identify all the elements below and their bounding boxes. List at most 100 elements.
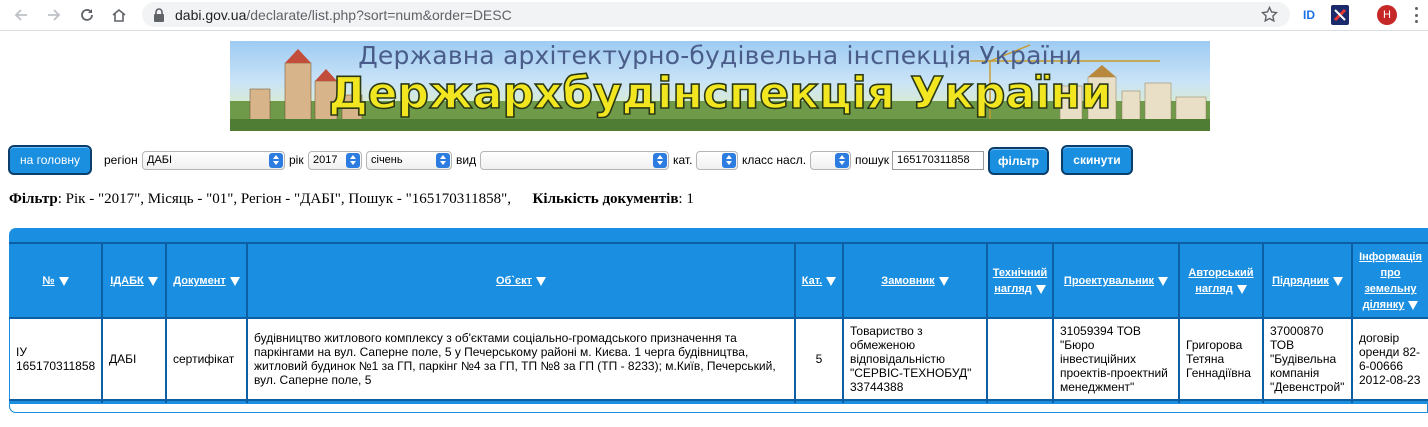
header-label[interactable]: нагляд [1188,281,1253,297]
search-input[interactable]: 165170311858 [892,151,984,170]
header-col-idabk[interactable]: ІДАБК [103,245,165,317]
search-input-value: 165170311858 [897,154,970,166]
header-label[interactable]: ділянку [1359,297,1422,313]
header-label-group: № [42,273,69,289]
reload-button[interactable] [76,4,98,26]
header-col-contractor[interactable]: Підрядник [1264,245,1351,317]
header-label[interactable]: Проектувальник [1064,273,1169,289]
category-label: кат. [673,153,693,167]
header-col-document[interactable]: Документ [167,245,246,317]
flag-icon [1333,8,1347,22]
cell-author-supervision: Григорова Тетяна Геннадіївна [1180,319,1262,399]
reload-icon [81,9,93,21]
chevron-updown-icon [722,153,736,168]
banner-title: Держархбудінспекція України [328,67,1113,120]
category-select[interactable] [696,151,738,170]
profile-initial: H [1383,9,1391,21]
sort-desc-icon[interactable] [535,276,546,286]
cell-customer: Товариство з обмеженою відповідальністю … [844,319,986,399]
type-select[interactable] [480,151,669,170]
header-col-object[interactable]: Об`єкт [248,245,794,317]
header-col-designer[interactable]: Проектувальник [1054,245,1178,317]
header-label[interactable]: № [42,273,69,289]
cell-text: 31059394 ТОВ "Бюро інвестиційних проекті… [1060,324,1168,394]
header-label-group: Об`єкт [496,273,546,289]
home-page-button-label: на головну [20,153,80,167]
header-label-group: Документ [173,273,240,289]
month-select-value: січень [371,154,403,166]
region-select[interactable]: ДАБІ [142,151,285,170]
year-select[interactable]: 2017 [308,151,362,170]
header-label-group: Замовник [881,273,949,289]
sort-desc-icon[interactable] [1408,300,1419,310]
header-label[interactable]: земельну [1359,281,1422,297]
extension-flag-icon[interactable] [1331,5,1349,25]
home-page-button[interactable]: на головну [8,145,92,175]
extension-id-icon[interactable]: ID [1300,5,1318,25]
header-label-group: Кат. [802,273,837,289]
url-text: dabi.gov.ua/declarate/list.php?sort=num&… [175,7,512,23]
sort-desc-icon[interactable] [1236,284,1247,294]
chevron-updown-icon [835,153,849,168]
sort-desc-icon[interactable] [1035,284,1046,294]
header-label[interactable]: про [1359,265,1422,281]
browser-menu-icon[interactable] [1414,7,1418,23]
sort-desc-icon[interactable] [826,276,837,286]
cell-text: 37000870 ТОВ "Будівельна компанія "Девен… [1270,324,1345,394]
table-border [9,399,1428,401]
filter-summary-text: : Рік - "2017", Місяць - "01", Регіон - … [57,191,512,207]
header-label[interactable]: Об`єкт [496,273,546,289]
url-path: /declarate/list.php?sort=num&order=DESC [246,7,512,23]
reset-button-label: скинути [1073,153,1121,167]
extension-id-label: ID [1303,8,1315,22]
header-col-category[interactable]: Кат. [796,245,842,317]
header-label[interactable]: Технічний [993,265,1048,281]
header-col-number[interactable]: № [10,245,101,317]
header-label[interactable]: Замовник [881,273,949,289]
document-count-label: Кількість документів [532,191,679,207]
forward-button[interactable] [43,4,65,26]
header-label[interactable]: Підрядник [1272,273,1343,289]
back-button[interactable] [10,4,32,26]
cell-text: Григорова Тетяна Геннадіївна [1186,338,1251,380]
reset-button[interactable]: скинути [1061,145,1133,175]
header-label[interactable]: нагляд [993,281,1048,297]
cell-category: 5 [796,319,842,399]
cell-object: будівництво житлового комплексу з об'єкт… [248,319,794,399]
cell-text: будівництво житлового комплексу з об'єкт… [254,331,776,387]
cell-text: ДАБІ [109,352,137,366]
sort-desc-icon[interactable] [229,276,240,286]
filter-button-label: фільтр [998,154,1039,168]
header-col-customer[interactable]: Замовник [844,245,986,317]
table-border [9,242,1428,244]
class-select[interactable] [810,151,851,170]
address-bar[interactable]: dabi.gov.ua/declarate/list.php?sort=num&… [142,2,1290,27]
sort-desc-icon[interactable] [58,276,69,286]
header-col-author-supervision[interactable]: Авторський нагляд [1180,245,1262,317]
header-label-group: Проектувальник [1064,273,1169,289]
sort-desc-icon[interactable] [1158,276,1169,286]
sort-desc-icon[interactable] [147,276,158,286]
bookmark-star-icon[interactable] [1261,6,1278,23]
site-banner: Державна архітектурно-будівельна інспекц… [230,41,1210,131]
header-col-land-info[interactable]: Інформація про земельну ділянку [1353,245,1428,317]
home-button[interactable] [108,4,130,26]
cell-designer: 31059394 ТОВ "Бюро інвестиційних проекті… [1054,319,1178,399]
filter-button[interactable]: фільтр [988,147,1049,175]
month-select[interactable]: січень [366,151,452,170]
header-label[interactable]: Інформація [1359,249,1422,265]
header-label[interactable]: Кат. [802,273,837,289]
filter-summary: Фільтр: Рік - "2017", Місяць - "01", Рег… [9,191,694,208]
cell-text: сертифікат [173,352,235,366]
header-label[interactable]: ІДАБК [110,273,158,289]
sort-desc-icon[interactable] [938,276,949,286]
profile-avatar[interactable]: H [1377,5,1397,25]
sort-desc-icon[interactable] [1332,276,1343,286]
header-col-tech-supervision[interactable]: Технічний нагляд [988,245,1052,317]
header-label[interactable]: Документ [173,273,240,289]
type-label: вид [456,153,477,167]
header-label[interactable]: Авторський [1188,265,1253,281]
chevron-updown-icon [346,153,360,168]
cell-land-info: договір оренди 82-6-00666 2012-08-23 [1353,319,1428,399]
cell-document: сертифікат [167,319,246,399]
